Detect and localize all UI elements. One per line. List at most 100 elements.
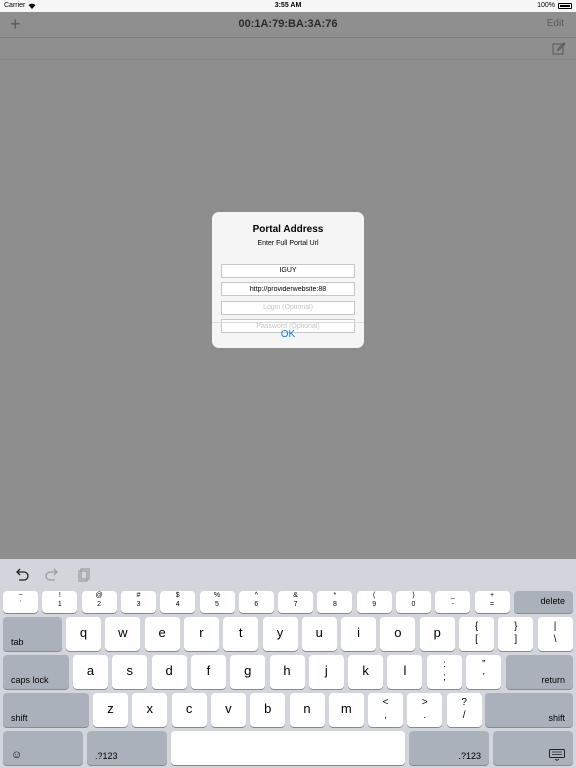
undo-icon[interactable] [14, 568, 30, 582]
tab-key[interactable]: tab [3, 617, 62, 651]
letter-key-p[interactable]: p [419, 617, 455, 651]
letter-key-z[interactable]: z [93, 693, 128, 727]
number-key[interactable]: ) 0 [396, 591, 431, 613]
letter-key-d[interactable]: d [151, 655, 187, 689]
numbers-key-left-label: .?123 [95, 751, 118, 761]
key-shift-char: % [213, 592, 221, 599]
space-key[interactable] [171, 731, 405, 765]
key-label: e [158, 625, 166, 640]
compose-icon[interactable] [552, 41, 566, 55]
symbol-key[interactable]: | \ [537, 617, 573, 651]
portal-address-dialog: Portal Address Enter Full Portal Url OK [212, 212, 364, 348]
letter-key-v[interactable]: v [210, 693, 246, 727]
letter-key-l[interactable]: l [387, 655, 423, 689]
symbol-key[interactable]: ? / [446, 693, 482, 727]
key-char: ` [19, 601, 22, 608]
key-char: \ [553, 634, 557, 645]
return-key-label: return [541, 675, 565, 685]
key-char: 8 [332, 601, 337, 608]
number-key[interactable]: + = [474, 591, 510, 613]
key-shift-char: } [514, 621, 518, 632]
shift-right-label: shift [548, 713, 565, 723]
letter-key-j[interactable]: j [308, 655, 344, 689]
status-time: 3:55 AM [274, 2, 302, 9]
dismiss-keyboard-key[interactable] [493, 731, 573, 765]
letter-key-f[interactable]: f [190, 655, 226, 689]
key-shift-char: > [421, 697, 428, 708]
key-shift-char: ~ [18, 592, 23, 599]
letter-key-i[interactable]: i [341, 617, 377, 651]
numbers-key-right[interactable]: .?123 [409, 731, 489, 765]
symbol-key[interactable]: :; [427, 655, 462, 689]
page-title: 00:1A:79:BA:3A:76 [238, 18, 338, 30]
navigation-bar: + 00:1A:79:BA:3A:76 Edit [0, 12, 576, 38]
symbol-key[interactable]: }] [498, 617, 534, 651]
numbers-key-right-label: .?123 [458, 751, 481, 761]
number-key[interactable]: ! 1 [42, 591, 78, 613]
redo-icon[interactable] [44, 568, 60, 582]
key-label: r [199, 625, 204, 640]
number-key[interactable]: ~ ` [3, 591, 38, 613]
keyboard-shortcut-bar [0, 559, 576, 589]
symbol-key[interactable]: {[ [459, 617, 494, 651]
number-key[interactable]: % 5 [199, 591, 235, 613]
key-char: / [462, 710, 466, 721]
key-char: = [490, 601, 495, 608]
letter-key-x[interactable]: x [132, 693, 168, 727]
shift-right-key[interactable]: shift [485, 693, 573, 727]
letter-key-n[interactable]: n [289, 693, 325, 727]
ok-button[interactable]: OK [212, 322, 364, 348]
letter-key-a[interactable]: a [73, 655, 108, 689]
letter-key-b[interactable]: b [250, 693, 286, 727]
number-key[interactable]: @2 [81, 591, 117, 613]
letter-key-y[interactable]: y [262, 617, 298, 651]
letter-key-s[interactable]: s [112, 655, 148, 689]
symbol-key[interactable]: ”’ [466, 655, 502, 689]
letter-key-q[interactable]: q [66, 617, 101, 651]
key-label: z [107, 701, 114, 716]
edit-button[interactable]: Edit [547, 18, 564, 29]
key-shift-char: < [382, 697, 389, 708]
letter-key-m[interactable]: m [328, 693, 364, 727]
letter-key-e[interactable]: e [144, 617, 180, 651]
delete-key[interactable]: delete [514, 591, 573, 613]
number-key[interactable]: _ - [435, 591, 471, 613]
letter-key-g[interactable]: g [230, 655, 266, 689]
letter-key-h[interactable]: h [269, 655, 305, 689]
letter-key-c[interactable]: c [171, 693, 207, 727]
login-field[interactable] [221, 300, 355, 315]
key-shift-char: _ [450, 592, 455, 599]
number-key[interactable]: & 7 [278, 591, 314, 613]
key-label: l [403, 663, 407, 678]
letter-key-t[interactable]: t [223, 617, 259, 651]
portal-name-field[interactable] [221, 263, 355, 278]
key-shift-char: + [490, 592, 495, 599]
key-char: 7 [293, 601, 298, 608]
return-key[interactable]: return [506, 655, 573, 689]
number-key[interactable]: (9 [356, 591, 392, 613]
symbol-key[interactable]: <, [368, 693, 403, 727]
numbers-key-left[interactable]: .?123 [87, 731, 167, 765]
number-key[interactable]: * 8 [317, 591, 353, 613]
emoji-key[interactable]: ☺ [3, 731, 83, 765]
key-shift-char: | [553, 621, 557, 632]
key-shift-char: ( [373, 592, 376, 599]
letter-key-o[interactable]: o [380, 617, 416, 651]
portal-url-field[interactable] [221, 282, 355, 296]
letter-key-w[interactable]: w [105, 617, 141, 651]
letter-key-k[interactable]: k [348, 655, 384, 689]
key-label: t [238, 625, 243, 640]
key-shift-char: ” [482, 659, 486, 670]
number-key[interactable]: ^ 6 [238, 591, 274, 613]
number-key[interactable]: $4 [160, 591, 196, 613]
key-label: u [315, 625, 323, 640]
shift-left-key[interactable]: shift [3, 693, 89, 727]
number-key[interactable]: #3 [120, 591, 156, 613]
letter-key-u[interactable]: u [301, 617, 337, 651]
letter-key-r[interactable]: r [183, 617, 219, 651]
caps-lock-label: caps lock [11, 675, 49, 685]
caps-lock-key[interactable]: caps lock [3, 655, 69, 689]
paste-icon[interactable] [76, 568, 90, 582]
key-char: 5 [215, 601, 219, 608]
symbol-key[interactable]: >. [407, 693, 443, 727]
